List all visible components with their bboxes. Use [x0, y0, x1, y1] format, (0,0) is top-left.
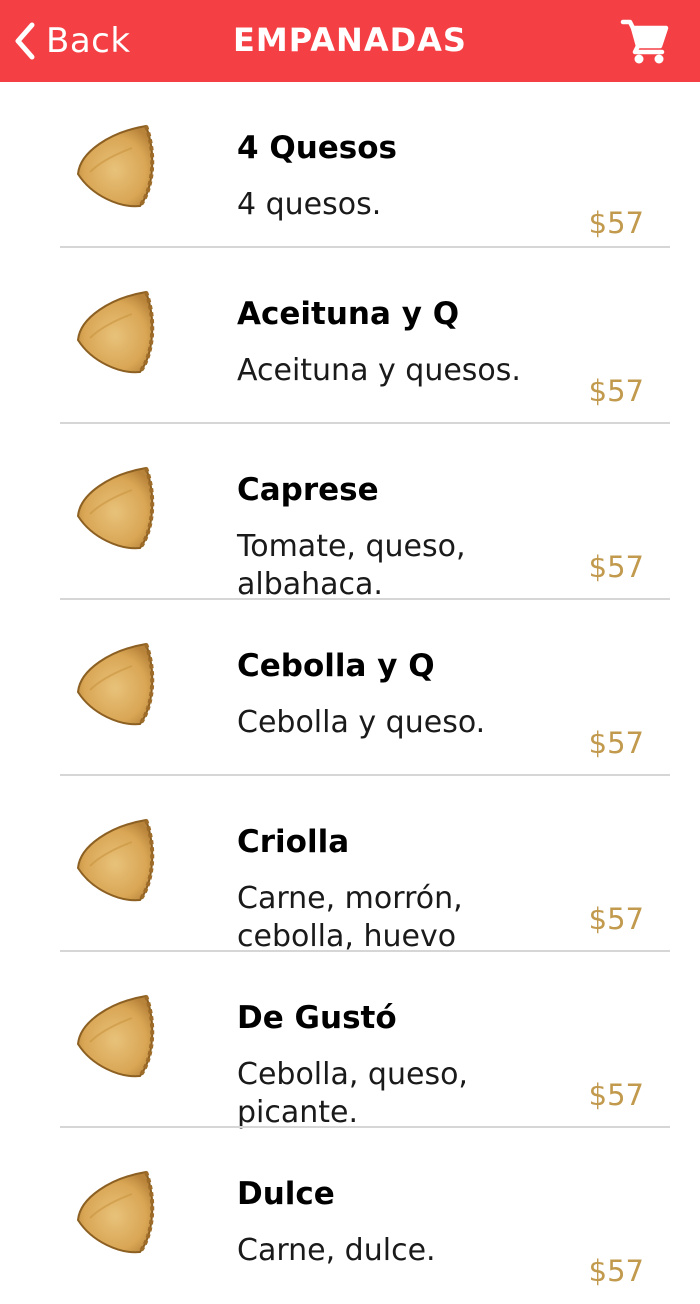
empanada-icon [70, 288, 156, 378]
list-item[interactable]: De Gustó Cebolla, queso, picante. $57 [0, 952, 700, 1130]
list-item[interactable]: Aceituna y Q Aceituna y quesos. $57 [0, 248, 700, 424]
list-item[interactable]: Dulce Carne, dulce. $57 [0, 1128, 700, 1304]
product-price: $57 [588, 1078, 644, 1112]
product-name: Cebolla y Q [237, 648, 435, 684]
product-description: Carne, morrón, cebolla, huevo [237, 881, 463, 954]
product-name: Aceituna y Q [237, 296, 460, 332]
chevron-left-icon [12, 21, 38, 61]
back-button[interactable]: Back [12, 0, 131, 82]
empanada-icon [70, 122, 156, 212]
empanada-icon [70, 816, 156, 906]
product-description: Aceituna y quesos. [237, 353, 521, 388]
empanada-icon [70, 464, 156, 554]
product-name: Dulce [237, 1176, 335, 1212]
empanada-icon [70, 640, 156, 730]
product-name: 4 Quesos [237, 130, 398, 166]
product-list: 4 Quesos 4 quesos. $57 Aceituna y Q Aceitun… [0, 82, 700, 1304]
empanada-icon [70, 992, 156, 1082]
product-price: $57 [588, 1254, 644, 1288]
app-header: Back EMPANADAS [0, 0, 700, 82]
list-item[interactable]: Cebolla y Q Cebolla y queso. $57 [0, 600, 700, 776]
product-price: $57 [588, 726, 644, 760]
list-item[interactable]: Caprese Tomate, queso, albahaca. $57 [0, 424, 700, 602]
product-price: $57 [588, 374, 644, 408]
product-price: $57 [588, 902, 644, 936]
empanada-icon [70, 1168, 156, 1258]
product-price: $57 [588, 206, 644, 240]
product-name: Caprese [237, 472, 379, 508]
product-price: $57 [588, 550, 644, 584]
list-item[interactable]: Criolla Carne, morrón, cebolla, huevo $57 [0, 776, 700, 954]
cart-button[interactable] [620, 16, 670, 66]
product-description: Tomate, queso, albahaca. [237, 529, 466, 602]
product-description: Carne, dulce. [237, 1233, 436, 1268]
cart-icon [620, 19, 670, 70]
product-description: 4 quesos. [237, 187, 382, 222]
back-label: Back [46, 21, 131, 61]
list-item[interactable]: 4 Quesos 4 quesos. $57 [0, 82, 700, 248]
product-description: Cebolla, queso, picante. [237, 1057, 468, 1130]
product-name: De Gustó [237, 1000, 397, 1036]
product-name: Criolla [237, 824, 350, 860]
product-description: Cebolla y queso. [237, 705, 486, 740]
